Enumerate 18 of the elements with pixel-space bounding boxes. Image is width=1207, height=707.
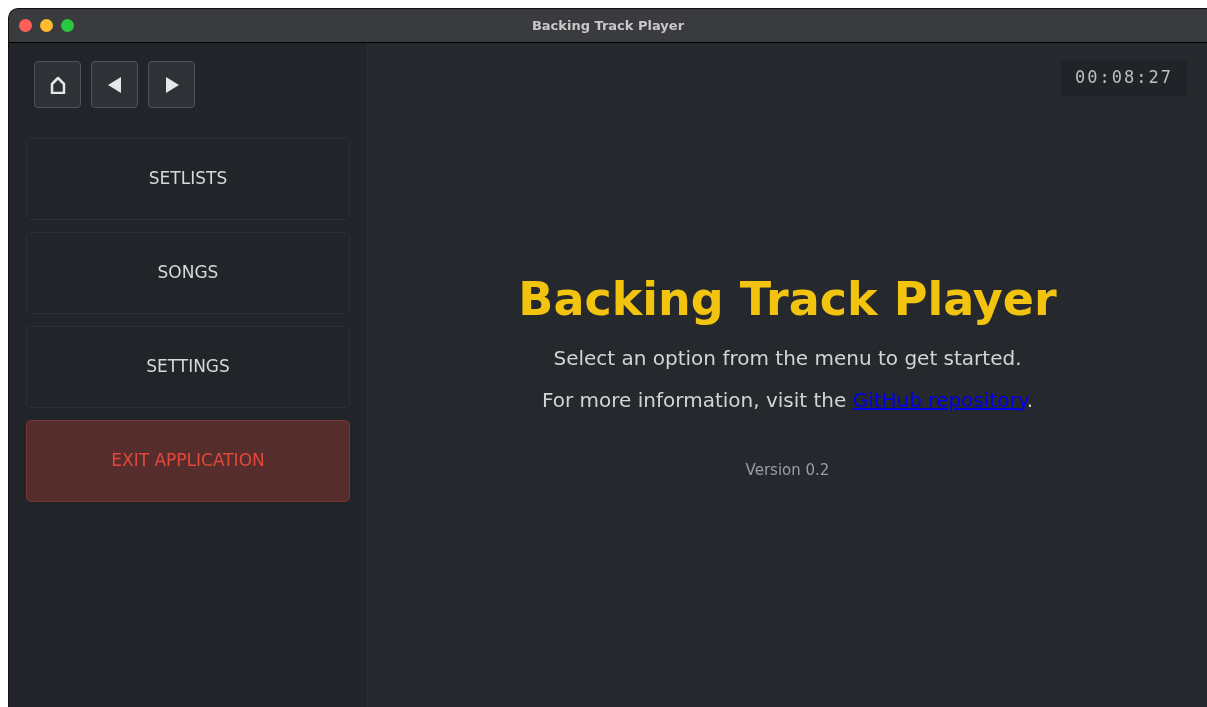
- menu-button[interactable]: SONGS: [26, 232, 350, 314]
- right-triangle-icon: [164, 76, 179, 93]
- menu-button[interactable]: SETLISTS: [26, 138, 350, 220]
- minimize-window-button[interactable]: [40, 19, 53, 32]
- elapsed-timer: 00:08:27: [1061, 60, 1187, 96]
- info-text: For more information, visit the GitHub repository.: [542, 386, 1033, 414]
- window-title: Backing Track Player: [531, 16, 685, 35]
- instruction-text: Select an option from the menu to get started.: [553, 344, 1022, 372]
- app-heading: Backing Track Player: [518, 271, 1057, 328]
- forward-button[interactable]: [148, 61, 195, 108]
- home-button[interactable]: [34, 61, 81, 108]
- zoom-window-button[interactable]: [61, 19, 74, 32]
- menu-button[interactable]: SETTINGS: [26, 326, 350, 408]
- back-button[interactable]: [91, 61, 138, 108]
- version-text: Version 0.2: [745, 459, 830, 481]
- left-triangle-icon: [107, 76, 122, 93]
- home-icon: [49, 75, 66, 94]
- close-window-button[interactable]: [19, 19, 32, 32]
